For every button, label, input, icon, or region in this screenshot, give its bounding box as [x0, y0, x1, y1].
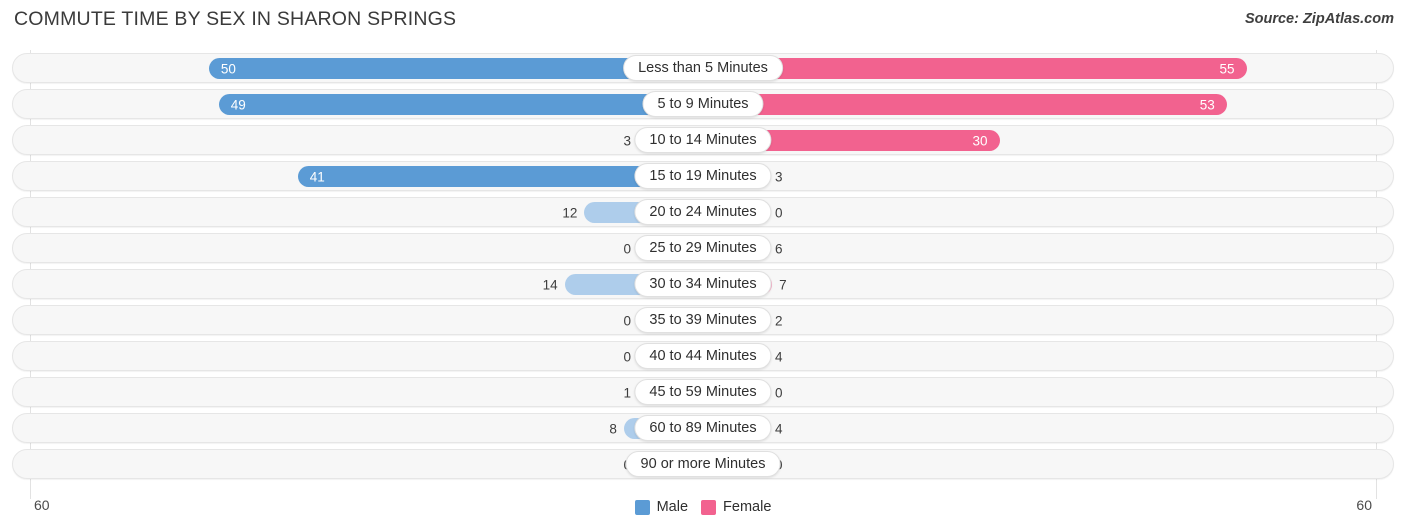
category-label: 40 to 44 Minutes: [634, 343, 772, 369]
female-bar-value: 6: [775, 241, 783, 256]
male-bar-value: 0: [623, 313, 631, 328]
female-bar-value: 0: [775, 385, 783, 400]
category-label: 20 to 24 Minutes: [634, 199, 772, 225]
legend-swatch-icon: [701, 499, 717, 515]
male-bar-value: 0: [623, 241, 631, 256]
male-bar-value: 41: [309, 169, 325, 184]
bar-row: 12 0 20 to 24 Minutes: [0, 194, 1406, 230]
female-bar[interactable]: 53: [703, 94, 1227, 115]
male-bar[interactable]: 49: [218, 94, 703, 115]
female-bar-value: 4: [775, 349, 783, 364]
legend-label: Female: [723, 499, 772, 515]
category-label: 25 to 29 Minutes: [634, 235, 772, 261]
male-bar-value: 49: [230, 97, 246, 112]
male-bar-value: 50: [220, 61, 236, 76]
category-label: 15 to 19 Minutes: [634, 163, 772, 189]
female-bar-value: 0: [775, 205, 783, 220]
category-label: 45 to 59 Minutes: [634, 379, 772, 405]
bar-row: 0 2 35 to 39 Minutes: [0, 302, 1406, 338]
male-bar-value: 14: [542, 277, 558, 292]
bar-row: 8 4 60 to 89 Minutes: [0, 410, 1406, 446]
category-label: 5 to 9 Minutes: [642, 91, 764, 117]
category-label: Less than 5 Minutes: [623, 55, 783, 81]
category-label: 35 to 39 Minutes: [634, 307, 772, 333]
category-label: 60 to 89 Minutes: [634, 415, 772, 441]
category-label: 90 or more Minutes: [625, 451, 781, 477]
female-bar-value: 30: [972, 133, 988, 148]
plot-area: 50 55 Less than 5 Minutes 49 53 5 to 9 Minute…: [0, 50, 1406, 499]
male-bar-value: 0: [623, 349, 631, 364]
female-bar-value: 53: [1199, 97, 1215, 112]
legend-item-female[interactable]: Female: [701, 499, 771, 515]
male-bar-value: 8: [609, 421, 617, 436]
male-bar-value: 12: [562, 205, 578, 220]
male-bar-value: 3: [623, 133, 631, 148]
bar-row: 14 7 30 to 34 Minutes: [0, 266, 1406, 302]
female-bar[interactable]: 55: [703, 58, 1247, 79]
category-label: 30 to 34 Minutes: [634, 271, 772, 297]
female-bar-value: 55: [1219, 61, 1235, 76]
bar-row: 49 53 5 to 9 Minutes: [0, 86, 1406, 122]
female-bar-value: 4: [775, 421, 783, 436]
bar-row: 3 30 10 to 14 Minutes: [0, 122, 1406, 158]
male-bar-value: 1: [623, 385, 631, 400]
category-label: 10 to 14 Minutes: [634, 127, 772, 153]
chart-legend: Male Female: [0, 499, 1406, 515]
bar-row: 41 3 15 to 19 Minutes: [0, 158, 1406, 194]
bar-row: 50 55 Less than 5 Minutes: [0, 50, 1406, 86]
legend-swatch-icon: [634, 499, 650, 515]
bar-row: 0 4 40 to 44 Minutes: [0, 338, 1406, 374]
bar-row: 0 6 25 to 29 Minutes: [0, 230, 1406, 266]
legend-label: Male: [656, 499, 689, 515]
female-bar-value: 2: [775, 313, 783, 328]
legend-item-male[interactable]: Male: [634, 499, 689, 515]
source-attribution: Source: ZipAtlas.com: [1244, 11, 1394, 27]
female-bar-value: 7: [779, 277, 787, 292]
bar-row: 1 0 45 to 59 Minutes: [0, 374, 1406, 410]
page-title: COMMUTE TIME BY SEX IN SHARON SPRINGS: [14, 8, 457, 30]
commute-time-bar-chart: COMMUTE TIME BY SEX IN SHARON SPRINGS So…: [0, 0, 1406, 523]
bar-row: 0090 or more Minutes: [0, 446, 1406, 482]
bar-rows: 50 55 Less than 5 Minutes 49 53 5 to 9 Minute…: [0, 50, 1406, 482]
female-bar-value: 3: [775, 169, 783, 184]
